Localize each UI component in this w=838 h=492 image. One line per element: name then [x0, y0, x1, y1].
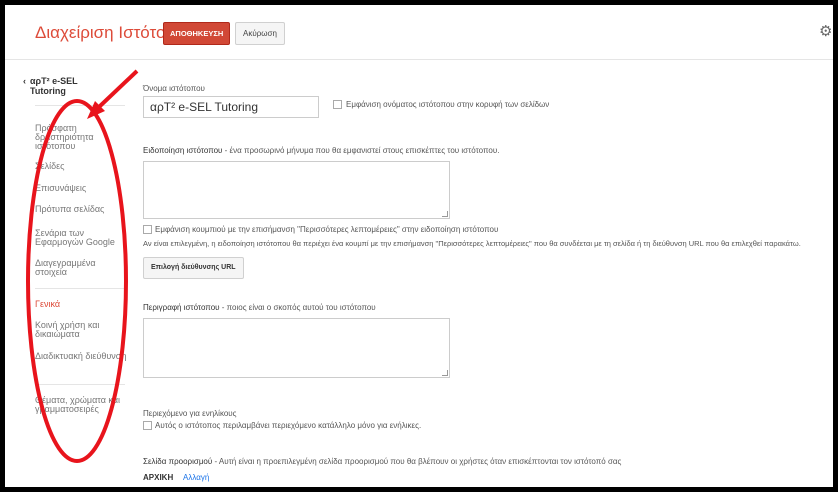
show-name-label: Εμφάνιση ονόματος ιστότοπου στην κορυφή … [346, 100, 550, 109]
cancel-button[interactable]: Ακύρωση [235, 22, 285, 45]
top-bar: Διαχείριση Ιστότοπου ΑΠΟΘΗΚΕΥΣΗ Ακύρωση … [5, 5, 833, 60]
sidebar-divider [35, 288, 125, 289]
sidebar-divider [35, 384, 125, 385]
adult-content-checkbox[interactable] [143, 421, 152, 430]
more-details-checkbox[interactable] [143, 225, 152, 234]
gear-icon[interactable]: ⚙ [819, 22, 833, 40]
change-landing-link[interactable]: Αλλαγή [183, 473, 209, 482]
sidebar-item-attachments[interactable]: Επισυνάψεις [35, 184, 127, 193]
sidebar-item-apps-scripts[interactable]: Σενάρια των Εφαρμογών Google [35, 229, 127, 247]
site-notice-textarea[interactable] [143, 161, 450, 219]
sidebar-item-pages[interactable]: Σελίδες [35, 162, 127, 171]
site-description-textarea[interactable] [143, 318, 450, 378]
site-notice-description: - ένα προσωρινό μήνυμα που θα εμφανιστεί… [222, 146, 500, 155]
landing-page-title: Σελίδα προορισμού [143, 457, 213, 466]
chevron-left-icon: ‹ [23, 76, 26, 86]
show-name-checkbox[interactable] [333, 100, 342, 109]
site-notice-title: Ειδοποίηση ιστότοπου [143, 146, 223, 155]
choose-url-button[interactable]: Επιλογή διεύθυνσης URL [143, 257, 244, 279]
site-name-label: Όνομα ιστότοπου [143, 84, 205, 93]
sidebar-site-name: αρΤ² e-SEL Tutoring [30, 76, 78, 96]
window-frame: Διαχείριση Ιστότοπου ΑΠΟΘΗΚΕΥΣΗ Ακύρωση … [0, 0, 838, 492]
sidebar-item-sharing[interactable]: Κοινή χρήση και δικαιώματα [35, 321, 127, 339]
sidebar-item-deleted-items[interactable]: Διαγεγραμμένα στοιχεία [35, 259, 127, 277]
more-details-help: Αν είναι επιλεγμένη, η ειδοποίηση ιστότο… [143, 239, 801, 248]
sidebar-item-page-templates[interactable]: Πρότυπα σελίδας [35, 205, 127, 214]
site-notice-heading: Ειδοποίηση ιστότοπου - ένα προσωρινό μήν… [143, 146, 499, 155]
landing-page-value: ΑΡΧΙΚΗ [143, 473, 174, 482]
sidebar-divider [35, 105, 125, 106]
site-description-heading: Περιγραφή ιστότοπου - ποιος είναι ο σκοπ… [143, 303, 376, 312]
resize-handle-icon[interactable] [442, 211, 448, 217]
resize-handle-icon[interactable] [442, 370, 448, 376]
site-name-input[interactable] [143, 96, 319, 118]
landing-page-desc: - Αυτή είναι η προεπιλεγμένη σελίδα προο… [212, 457, 622, 466]
save-button[interactable]: ΑΠΟΘΗΚΕΥΣΗ [163, 22, 231, 45]
more-details-label: Εμφάνιση κουμπιού με την επισήμανση "Περ… [155, 225, 499, 234]
sidebar: ‹ αρΤ² e-SEL Tutoring Πρόσφατη δραστηριό… [5, 60, 135, 487]
sidebar-item-general[interactable]: Γενικά [35, 300, 127, 309]
site-description-desc: - ποιος είναι ο σκοπός αυτού του ιστότοπ… [219, 303, 376, 312]
landing-page-heading: Σελίδα προορισμού - Αυτή είναι η προεπιλ… [143, 457, 621, 466]
sidebar-item-web-address[interactable]: Διαδικτυακή διεύθυνση [35, 352, 127, 361]
adult-content-title: Περιεχόμενο για ενηλίκους [143, 409, 237, 418]
sidebar-back-link[interactable]: ‹ αρΤ² e-SEL Tutoring [23, 76, 110, 96]
adult-content-label: Αυτός ο ιστότοπος περιλαμβάνει περιεχόμε… [155, 421, 422, 430]
site-description-title: Περιγραφή ιστότοπου [143, 303, 220, 312]
sidebar-item-recent-activity[interactable]: Πρόσφατη δραστηριότητα ιστότοπου [35, 124, 127, 151]
sidebar-item-themes[interactable]: Θέματα, χρώματα και γραμματοσειρές [35, 396, 127, 414]
